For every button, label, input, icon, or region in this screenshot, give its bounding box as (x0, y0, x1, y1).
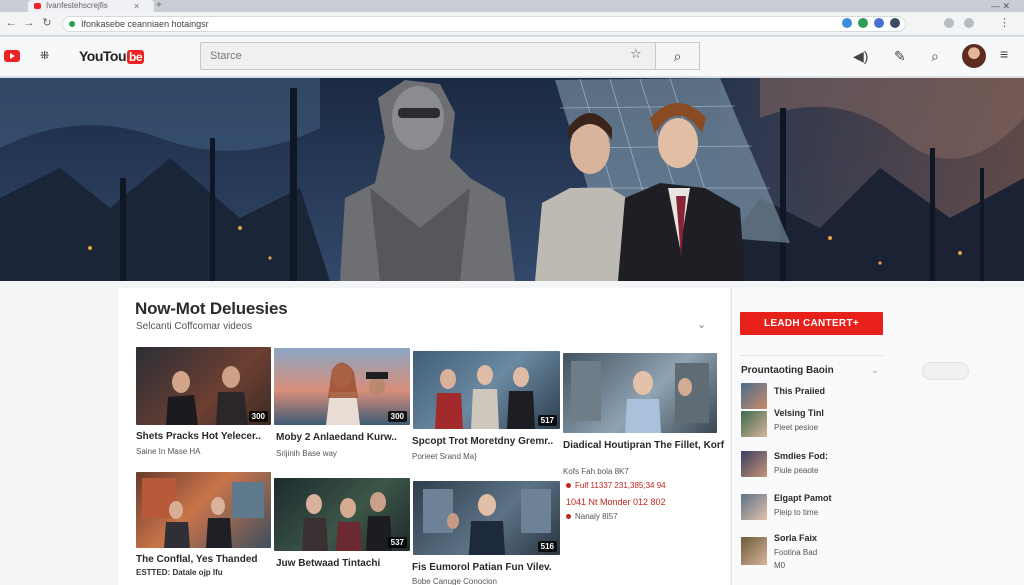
youtube-wordmark[interactable]: YouTou be (79, 48, 145, 64)
divider (740, 355, 883, 356)
sidebar-item-meta: M0 (774, 561, 786, 570)
video-duration: 537 (387, 537, 407, 548)
status-dot-icon (566, 514, 571, 520)
video-thumbnail[interactable] (563, 353, 717, 433)
sidebar-item-title[interactable]: Sorla Faix (774, 533, 817, 543)
video-meta: Bobe Canuge Conocion (412, 577, 497, 585)
sidebar-thumbnail[interactable] (741, 494, 767, 520)
tab-close-icon[interactable]: × (134, 0, 139, 12)
video-thumbnail[interactable]: 517 (413, 351, 560, 429)
video-title[interactable]: Fis Eumorol Patian Fun Vilev. (412, 562, 552, 573)
youtube-favicon-icon (34, 3, 41, 9)
extension-icon[interactable] (944, 18, 954, 28)
browser-menu-icon[interactable]: ⋮ (999, 17, 1010, 29)
sidebar-item-meta: Pieet pesioe (774, 423, 819, 432)
back-icon[interactable]: ← (4, 16, 18, 30)
video-title[interactable]: Spcopt Trot Moretdny Gremr.. (412, 436, 553, 447)
forward-icon[interactable]: → (22, 16, 36, 30)
video-stats: Fulf 11337 231,385;34 94 (566, 481, 666, 490)
browser-tabstrip: Ivanfestehscrejfis × + — ✕ (0, 0, 1024, 12)
video-duration: 517 (537, 415, 557, 426)
menu-icon[interactable]: ≡ (1000, 46, 1008, 62)
search-input[interactable]: Starce (200, 42, 656, 70)
sidebar-thumbnail[interactable] (741, 451, 767, 477)
profile-icon[interactable] (890, 18, 900, 28)
extension-icon[interactable] (858, 18, 868, 28)
sidebar-thumbnail[interactable] (741, 537, 767, 565)
apps-icon[interactable]: ⁜ (40, 49, 49, 62)
sidebar-item-meta: Pleip to time (774, 508, 819, 517)
video-thumbnail[interactable]: 516 (413, 481, 560, 555)
video-thumbnail[interactable]: 537 (274, 478, 410, 551)
sidebar-thumbnail[interactable] (741, 383, 767, 409)
video-thumbnail[interactable]: 300 (136, 347, 271, 425)
video-meta: Kofs Fah bola 8K7 (563, 467, 629, 476)
extension-icon[interactable] (964, 18, 974, 28)
video-meta: ESTTED: Datale ojp Ifu (136, 568, 223, 577)
video-duration: 300 (387, 411, 407, 422)
video-meta: Srijinih Base way (276, 449, 337, 458)
video-title[interactable]: Juw Betwaad Tintachi (276, 558, 380, 569)
extension-icon[interactable] (874, 18, 884, 28)
sidebar-item-meta: Piule peaote (774, 466, 819, 475)
thumbnail-art (142, 478, 264, 548)
status-dot-icon (566, 483, 571, 489)
chevron-down-icon[interactable]: ⌄ (871, 365, 879, 376)
avatar[interactable] (962, 44, 986, 68)
address-bar[interactable]: Ifonkasebe ceanniaen hotaingsr (62, 16, 906, 32)
extension-icon[interactable] (842, 18, 852, 28)
secure-icon (69, 21, 75, 27)
thumbnail-art (571, 361, 709, 433)
search-icon[interactable]: ⌕ (931, 48, 939, 65)
tab-title: Ivanfestehscrejfis (46, 1, 108, 10)
browser-toolbar: ← → ↻ Ifonkasebe ceanniaen hotaingsr ⋮ (0, 12, 1024, 36)
pen-icon[interactable]: ✎ (894, 48, 906, 65)
autoplay-toggle[interactable] (922, 362, 969, 380)
banner-artwork (0, 78, 1024, 281)
video-stats: 1041 Nt Monder 012 802 (566, 497, 666, 507)
video-meta: Porieet Srand Ma} (412, 452, 477, 461)
site-header: ⁜ YouTou be Starce ☆ ⌕ ◀) ✎ ⌕ ≡ (0, 37, 1024, 77)
speaker-icon[interactable]: ◀) (853, 48, 868, 65)
video-title[interactable]: Moby 2 Anlaedand Kurw.. (276, 432, 397, 443)
search-icon: ⌕ (673, 48, 682, 64)
video-title[interactable]: The Conflal, Yes Thanded (136, 554, 258, 565)
sidebar-thumbnail[interactable] (741, 411, 767, 437)
video-duration: 300 (248, 411, 268, 422)
subscribe-button[interactable]: LEADH CANTERT+ (740, 312, 883, 335)
search-button[interactable]: ⌕ (656, 42, 700, 70)
sidebar-item-title[interactable]: This Praiied (774, 386, 825, 396)
video-thumbnail[interactable] (136, 472, 271, 548)
bookmark-star-icon[interactable]: ☆ (630, 46, 642, 62)
sidebar-item-title[interactable]: Smdies Fod: (774, 451, 828, 461)
video-title[interactable]: Diadical Houtipran The Fillet, Korf (563, 440, 724, 451)
chevron-down-icon[interactable]: ⌄ (697, 318, 706, 331)
video-thumbnail[interactable]: 300 (274, 348, 410, 425)
channel-banner (0, 78, 1024, 281)
video-stats: Nanaly 8I57 (566, 512, 618, 521)
video-title[interactable]: Shets Pracks Hot Yelecer.. (136, 431, 261, 442)
section-subtitle: Selcanti Coffcomar videos (136, 321, 252, 332)
sidebar-item-meta: Footina Bad (774, 548, 818, 557)
sidebar-heading: Prountaoting Baoin (741, 365, 834, 376)
sidebar-item-title[interactable]: Elgapt Pamot (774, 493, 832, 503)
url-text: Ifonkasebe ceanniaen hotaingsr (81, 19, 209, 29)
window-controls[interactable]: — ✕ (991, 0, 1010, 12)
reload-icon[interactable]: ↻ (40, 16, 54, 30)
new-tab-icon[interactable]: + (156, 0, 162, 12)
youtube-logo-icon[interactable] (4, 50, 20, 62)
sidebar-item-title[interactable]: Velsing Tinl (774, 408, 824, 418)
section-title: Now-Mot Deluesies (135, 299, 288, 318)
video-duration: 516 (537, 541, 557, 552)
video-meta: Saine In Mase HA (136, 447, 201, 456)
